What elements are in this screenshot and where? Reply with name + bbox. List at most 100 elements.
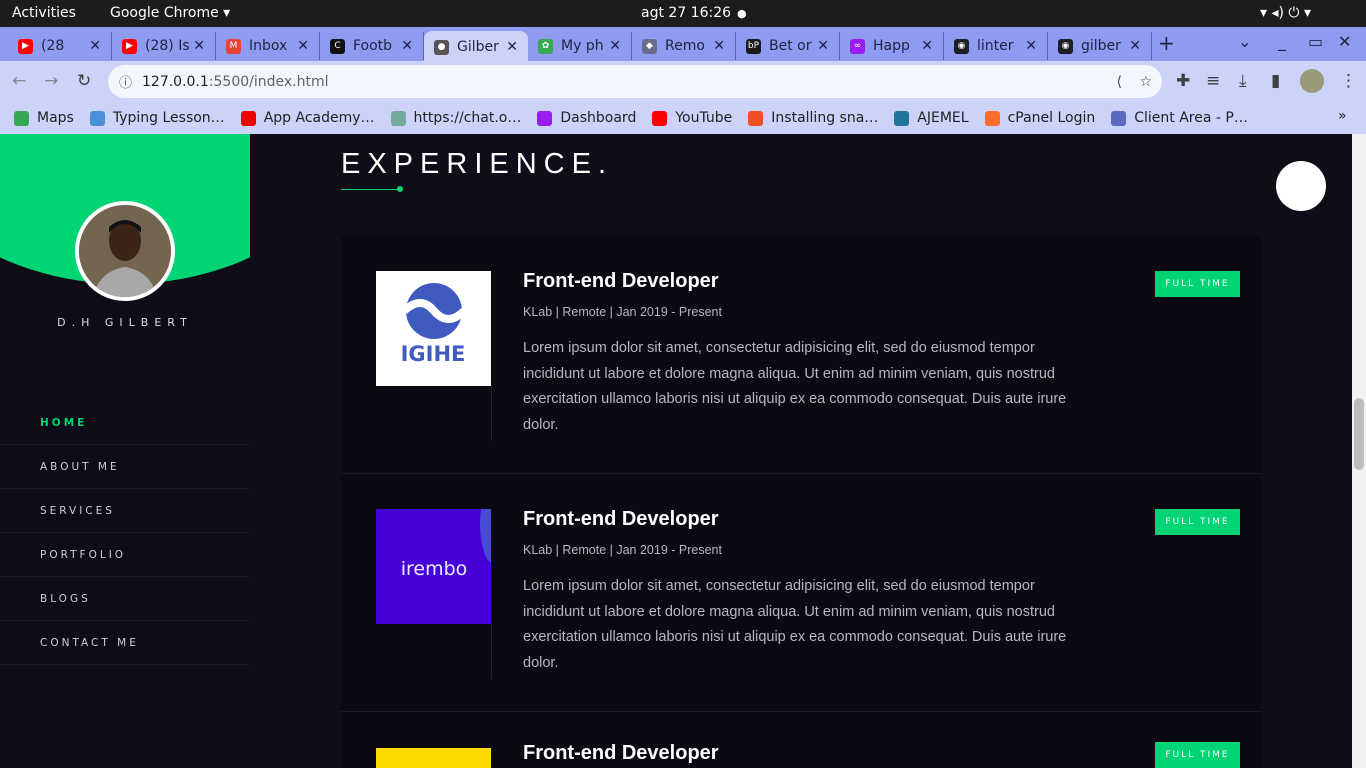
- activities-button[interactable]: Activities: [12, 5, 76, 21]
- maximize-button[interactable]: ▭: [1308, 32, 1323, 51]
- globe-icon: ●: [434, 39, 449, 55]
- bookmark-item[interactable]: AJEMEL: [894, 110, 969, 126]
- close-window-button[interactable]: ✕: [1338, 32, 1351, 51]
- typing-icon: [89, 110, 105, 126]
- tab-gilber[interactable]: ● Gilber ✕: [424, 31, 528, 63]
- close-tab-icon[interactable]: ✕: [401, 38, 413, 54]
- close-tab-icon[interactable]: ✕: [817, 38, 829, 54]
- close-tab-icon[interactable]: ✕: [921, 38, 933, 54]
- close-tab-icon[interactable]: ✕: [297, 38, 309, 54]
- bookmark-item[interactable]: Typing Lesson…: [89, 110, 225, 126]
- job-title: Front-end Developer: [523, 270, 719, 292]
- tab-title: Inbox: [249, 38, 288, 54]
- job-meta: KLab | Remote | Jan 2019 - Present: [523, 305, 722, 319]
- tab-bet-or[interactable]: bP Bet or ✕: [736, 32, 840, 60]
- tab--28[interactable]: ▶ (28 ✕: [8, 32, 112, 60]
- tab-title: Happ: [873, 38, 910, 54]
- reload-icon[interactable]: ↻: [77, 71, 91, 91]
- system-status-icons[interactable]: ▾ ◂) ⏻ ▾: [1260, 5, 1311, 21]
- client-area-icon: [1111, 110, 1127, 126]
- info-icon[interactable]: ⓘ: [119, 72, 132, 91]
- bookmark-item[interactable]: cPanel Login: [984, 110, 1096, 126]
- bookmark-item[interactable]: Dashboard: [537, 110, 636, 126]
- sidebar-item-blogs[interactable]: BLOGS: [0, 577, 250, 621]
- job-type-badge: FULL TIME: [1155, 742, 1240, 768]
- bookmark-item[interactable]: https://chat.o…: [390, 110, 522, 126]
- address-bar[interactable]: ⓘ 127.0.0.1:5500/index.html ⟨ ☆: [108, 65, 1162, 98]
- tab-title: My ph: [561, 38, 604, 54]
- sidebar-item-portfolio[interactable]: PORTFOLIO: [0, 533, 250, 577]
- scrollbar[interactable]: [1352, 134, 1366, 768]
- new-tab-button[interactable]: +: [1158, 31, 1175, 55]
- bookmark-item[interactable]: Installing sna…: [748, 110, 878, 126]
- youtube-icon: ▶: [18, 38, 33, 54]
- close-tab-icon[interactable]: ✕: [193, 38, 205, 54]
- bookmark-label: Dashboard: [560, 110, 637, 126]
- wordpress-icon: [894, 110, 910, 126]
- minimize-button[interactable]: _: [1278, 32, 1286, 51]
- back-icon[interactable]: ←: [12, 71, 26, 91]
- menu-icon[interactable]: ⋮: [1340, 71, 1357, 91]
- bookmark-label: Maps: [37, 110, 74, 126]
- scrollbar-thumb[interactable]: [1354, 398, 1364, 470]
- bookmark-item[interactable]: Maps: [14, 110, 74, 126]
- system-top-bar: Activities Google Chrome ▾ agt 27 16:26 …: [0, 0, 1366, 27]
- job-type-badge: FULL TIME: [1155, 271, 1240, 297]
- timeline-line: [491, 624, 492, 679]
- share-icon[interactable]: ⟨: [1117, 74, 1122, 90]
- close-tab-icon[interactable]: ✕: [1025, 38, 1037, 54]
- experience-card: IGIHE Front-end Developer KLab | Remote | …: [341, 236, 1261, 474]
- bookmark-label: Installing sna…: [771, 110, 879, 126]
- floating-circle-button[interactable]: [1276, 161, 1326, 211]
- tab-gilber[interactable]: ◉ gilber ✕: [1048, 32, 1152, 60]
- extensions-icon[interactable]: ✚: [1176, 71, 1190, 91]
- bookmark-label: https://chat.o…: [413, 110, 522, 126]
- close-tab-icon[interactable]: ✕: [89, 38, 101, 54]
- bet-icon: bP: [746, 38, 761, 54]
- tab-search-button[interactable]: ⌄: [1238, 32, 1251, 51]
- layers-icon: ◆: [642, 38, 657, 54]
- company-logo: irembo: [376, 509, 491, 624]
- tab-remo[interactable]: ◆ Remo ✕: [632, 32, 736, 60]
- bookmark-label: YouTube: [675, 110, 733, 126]
- bookmark-item[interactable]: YouTube: [652, 110, 732, 126]
- bookmark-star-icon[interactable]: ☆: [1139, 74, 1152, 90]
- tab-linter[interactable]: ◉ linter ✕: [944, 32, 1048, 60]
- bookmark-label: cPanel Login: [1007, 110, 1096, 126]
- close-tab-icon[interactable]: ✕: [1129, 38, 1141, 54]
- close-tab-icon[interactable]: ✕: [713, 38, 725, 54]
- bookmark-item[interactable]: App Academy…: [240, 110, 375, 126]
- company-logo: [376, 748, 491, 768]
- download-icon[interactable]: ⤓: [1239, 71, 1247, 91]
- profile-photo: [75, 201, 175, 301]
- close-tab-icon[interactable]: ✕: [609, 38, 621, 54]
- cpanel-icon: [984, 110, 1000, 126]
- tab-title: (28: [41, 38, 65, 54]
- sidebar-item-about-me[interactable]: ABOUT ME: [0, 445, 250, 489]
- svg-text:irembo: irembo: [401, 558, 468, 580]
- app-menu[interactable]: Google Chrome ▾: [110, 5, 230, 21]
- sidebar-item-services[interactable]: SERVICES: [0, 489, 250, 533]
- forward-icon[interactable]: →: [44, 71, 58, 91]
- tab--28-is[interactable]: ▶ (28) Is ✕: [112, 32, 216, 60]
- tab-my-ph[interactable]: ✿ My ph ✕: [528, 32, 632, 60]
- bookmarks-bar: Maps Typing Lesson… App Academy… https://ch…: [0, 102, 1366, 134]
- bookmark-label: App Academy…: [263, 110, 375, 126]
- side-panel-icon[interactable]: ▮: [1271, 71, 1280, 91]
- bookmark-item[interactable]: Client Area - P…: [1111, 110, 1248, 126]
- close-tab-icon[interactable]: ✕: [506, 39, 518, 55]
- job-description: Lorem ipsum dolor sit amet, consectetur …: [523, 340, 1067, 433]
- profile-avatar[interactable]: [1300, 69, 1324, 93]
- sidebar-item-home[interactable]: HOME: [0, 401, 250, 445]
- bookmarks-overflow-button[interactable]: »: [1338, 108, 1347, 124]
- media-icon[interactable]: ≡: [1206, 71, 1220, 91]
- tab-footb[interactable]: C Footb ✕: [320, 32, 424, 60]
- tab-title: Gilber: [457, 39, 499, 55]
- tab-happ[interactable]: ∞ Happ ✕: [840, 32, 944, 60]
- sidebar-item-contact-me[interactable]: CONTACT ME: [0, 621, 250, 665]
- clock[interactable]: agt 27 16:26: [641, 5, 731, 21]
- bookmark-label: AJEMEL: [917, 110, 969, 126]
- browser-toolbar: ← → ↻ ⓘ 127.0.0.1:5500/index.html ⟨ ☆ ✚ …: [0, 61, 1366, 102]
- sidebar: D.H GILBERT HOME ABOUT ME SERVICES PORTFOLI…: [0, 134, 250, 768]
- tab-inbox[interactable]: M Inbox ✕: [216, 32, 320, 60]
